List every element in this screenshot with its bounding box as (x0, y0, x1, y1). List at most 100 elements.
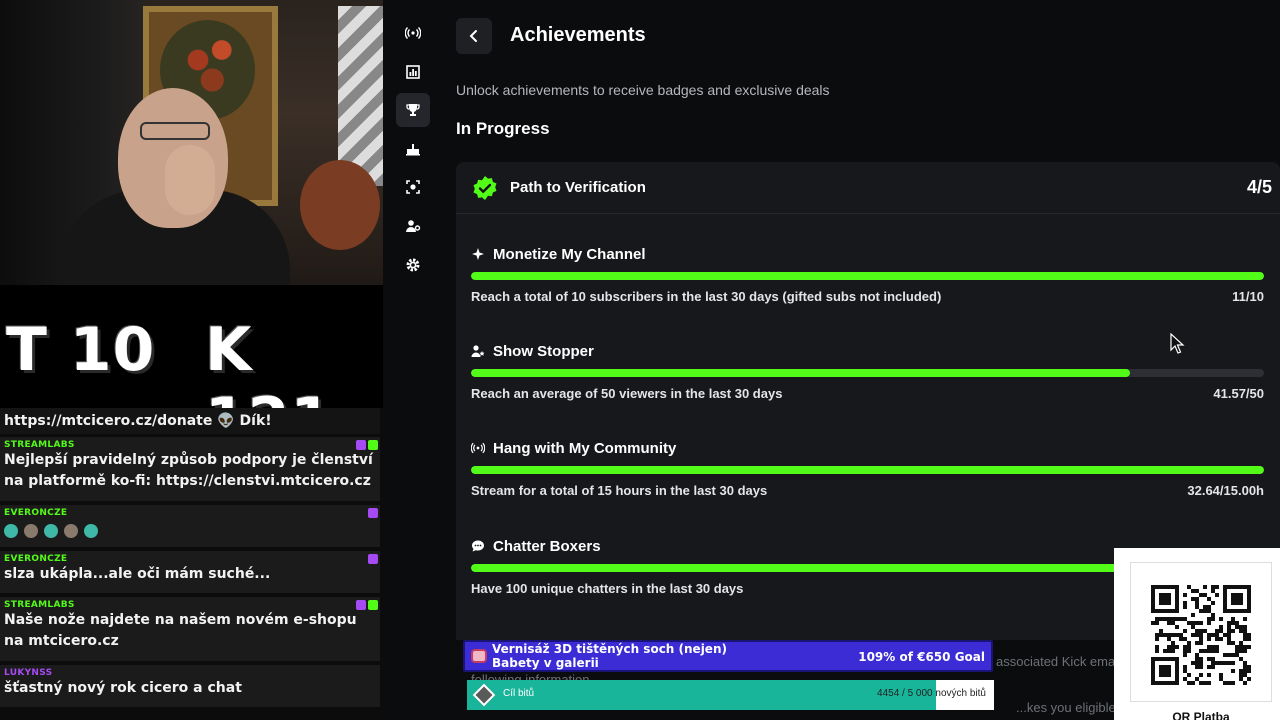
donation-goal-banner: Vernisáž 3D tištěných soch (nejen) Babet… (463, 640, 993, 672)
subscriber-badge-icon (356, 600, 366, 610)
sidebar-item-celebrations[interactable] (396, 132, 430, 166)
qr-label: QR Platba (1172, 710, 1230, 720)
back-button[interactable] (456, 18, 492, 54)
screen: T 10 K 121 https://mtcicero.cz/donate 👽 … (0, 0, 1280, 720)
bits-goal-bar: Cíl bitů 4454 / 5 000 nových bitů (467, 680, 994, 710)
chat-message-text: slza ukápla...ale oči mám suché... (4, 566, 271, 582)
achievement-item: Hang with My Community Stream for a tota… (471, 438, 1264, 518)
card-title: Path to Verification (510, 179, 646, 196)
chat-message: STREAMLABS Naše nože najdete na našem no… (0, 597, 380, 661)
sparkle-icon (472, 248, 484, 260)
progress-bar (471, 272, 1264, 280)
counter-t: T 10 (6, 315, 156, 385)
chat-message: https://mtcicero.cz/donate 👽 Dík! (0, 408, 380, 434)
stream-overlay: T 10 K 121 https://mtcicero.cz/donate 👽 … (0, 0, 383, 720)
chat-overlay: https://mtcicero.cz/donate 👽 Dík! STREAM… (0, 408, 383, 720)
chat-message-text: https://mtcicero.cz/donate 👽 Dík! (4, 413, 272, 429)
broadcast-icon (471, 442, 485, 454)
chat-username: EVERONCZE (4, 508, 68, 518)
chat-username: STREAMLABS (4, 440, 75, 450)
achievement-item: Monetize My Channel Reach a total of 10 … (471, 244, 1264, 324)
chat-bubble-icon (472, 540, 484, 552)
progress-bar (471, 369, 1264, 377)
progress-bar-fill (471, 272, 1264, 280)
qr-payment-box: QR Platba (1114, 548, 1280, 720)
star-badge-icon (368, 508, 378, 518)
chat-emotes (4, 522, 376, 540)
chat-username: EVERONCZE (4, 554, 68, 564)
chat-badges (356, 600, 378, 610)
achievement-value: 11/10 (1232, 289, 1264, 304)
page-subtitle: Unlock achievements to receive badges an… (456, 82, 830, 98)
star-badge-icon (368, 554, 378, 564)
progress-bar (471, 466, 1264, 474)
chevron-left-icon (469, 30, 477, 42)
achievement-description: Have 100 unique chatters in the last 30 … (471, 581, 744, 596)
sidebar-item-settings[interactable] (396, 248, 430, 282)
user-star-icon (471, 345, 485, 357)
chat-username: LUKYNSS (4, 668, 53, 678)
subscriber-badge-icon (356, 440, 366, 450)
chat-badges (368, 508, 378, 518)
mouse-cursor-icon (1170, 333, 1185, 354)
card-progress-count: 4/5 (1246, 177, 1272, 197)
achievement-title: Monetize My Channel (493, 245, 646, 263)
achievement-description: Reach a total of 10 subscribers in the l… (471, 289, 942, 304)
achievement-value: 32.64/15.00h (1187, 483, 1264, 498)
bits-goal-fill (467, 680, 937, 710)
achievement-title: Hang with My Community (493, 439, 677, 457)
chat-badges (368, 554, 378, 564)
chat-message-text: šťastný nový rok cicero a chat (4, 680, 242, 696)
achievement-description: Reach an average of 50 viewers in the la… (471, 386, 783, 401)
chat-message: STREAMLABS Nejlepší pravidelný způsob po… (0, 437, 380, 501)
achievement-title: Show Stopper (493, 342, 594, 360)
emote-icon (4, 523, 18, 538)
chat-message-text: Nejlepší pravidelný způsob podpory je čl… (4, 452, 373, 489)
chat-username: STREAMLABS (4, 600, 75, 610)
emote-icon (44, 523, 58, 538)
progress-bar-fill (471, 369, 1131, 377)
goal-title-line2: Babety v galerii (492, 656, 599, 670)
user-settings-icon (406, 220, 421, 232)
goal-progress-text: 109% of €650 Goal (858, 650, 985, 664)
sidebar-item-analytics[interactable] (396, 55, 430, 89)
achievement-title: Chatter Boxers (493, 537, 601, 555)
qr-code-icon (1151, 585, 1251, 685)
trophy-icon (406, 104, 420, 117)
sidebar-item-community[interactable] (396, 209, 430, 243)
section-title: In Progress (456, 119, 550, 138)
achievement-value: 41.57/50 (1213, 386, 1264, 401)
sidebar-item-achievements[interactable] (396, 93, 430, 128)
card-header[interactable]: Path to Verification 4/5 (456, 162, 1280, 214)
heart-icon (471, 649, 487, 663)
webcam-feed (0, 0, 383, 285)
cake-icon (406, 143, 420, 156)
emote-icon (24, 523, 38, 538)
gear-icon (406, 258, 420, 272)
chat-message-text: Naše nože najdete na našem novém e-shopu… (4, 612, 357, 649)
sidebar-item-stream[interactable] (396, 16, 430, 50)
bits-goal-count: 4454 / 5 000 nových bitů (877, 688, 986, 699)
verified-badge-icon (473, 176, 497, 200)
chat-message: EVERONCZE (0, 505, 380, 547)
bits-goal-label: Cíl bitů (503, 688, 535, 699)
verified-badge-icon (368, 600, 378, 610)
emote-icon (84, 523, 98, 538)
analytics-icon (406, 64, 420, 79)
page-title: Achievements (510, 24, 646, 46)
chat-message: LUKYNSS šťastný nový rok cicero a chat (0, 665, 380, 707)
chat-message: EVERONCZE slza ukápla...ale oči mám such… (0, 551, 380, 593)
emote-icon (64, 523, 78, 538)
achievement-description: Stream for a total of 15 hours in the la… (471, 483, 768, 498)
camera-icon (406, 180, 420, 195)
chat-badges (356, 440, 378, 450)
stream-counters: T 10 K 121 (0, 285, 383, 455)
progress-bar-fill (471, 466, 1264, 474)
goal-title-line1: Vernisáž 3D tištěných soch (nejen) (492, 642, 727, 656)
verified-badge-icon (368, 440, 378, 450)
achievement-item: Show Stopper Reach an average of 50 view… (471, 341, 1264, 421)
partial-text: associated Kick ema (996, 654, 1116, 669)
sidebar-item-clips[interactable] (396, 170, 430, 204)
broadcast-icon (405, 27, 421, 39)
creator-sidebar (396, 16, 430, 286)
